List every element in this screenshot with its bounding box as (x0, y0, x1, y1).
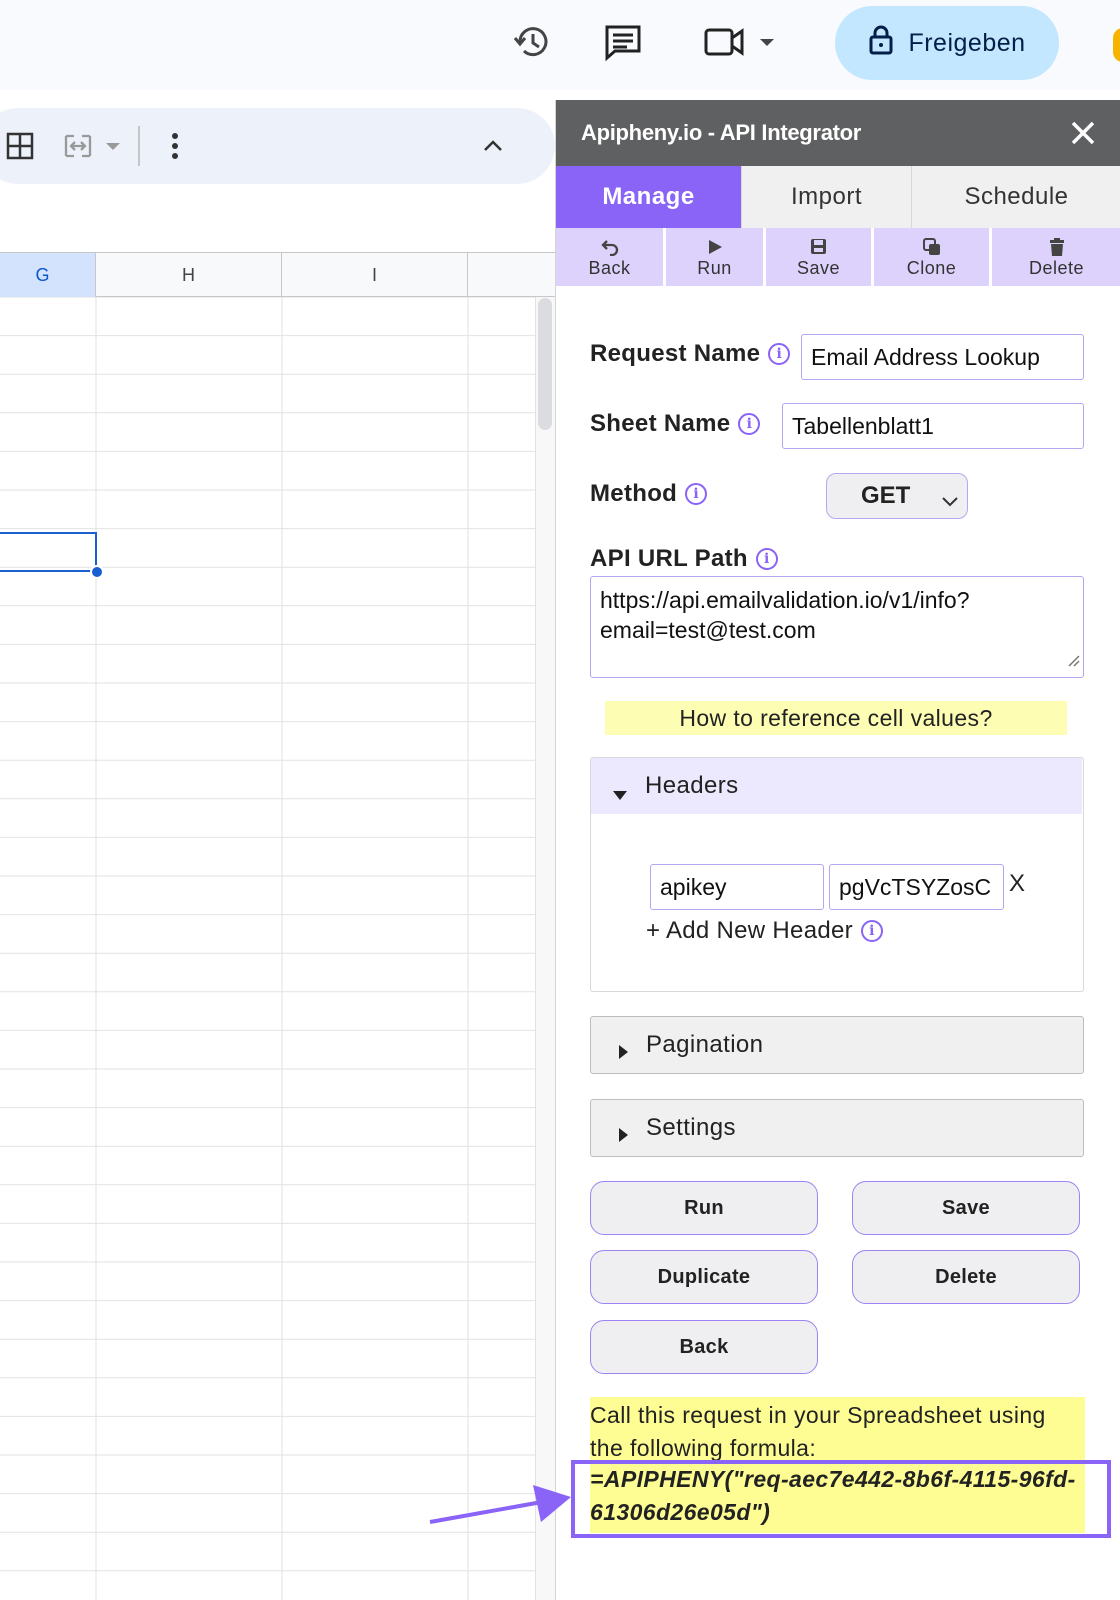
tab-import[interactable]: Import (742, 166, 912, 228)
panel-title: Apipheny.io - API Integrator (581, 120, 862, 145)
action-clone-button[interactable]: Clone (874, 228, 989, 286)
panel-tabs: Manage Import Schedule (556, 166, 1120, 228)
fill-handle[interactable] (90, 565, 104, 579)
action-save-button[interactable]: Save (766, 228, 871, 286)
tab-schedule[interactable]: Schedule (912, 166, 1120, 228)
vertical-scrollbar-thumb[interactable] (538, 298, 552, 430)
floppy-icon (810, 236, 827, 258)
annotation-arrow-icon (429, 1485, 571, 1524)
video-call-icon[interactable] (702, 22, 782, 62)
sheet-name-label-text: Sheet Name (590, 410, 731, 437)
add-header-label: + Add New Header (646, 917, 853, 944)
run-button[interactable]: Run (590, 1181, 818, 1235)
sheet-name-label: Sheet Name i (590, 410, 761, 438)
share-label: Freigeben (908, 28, 1026, 57)
trash-icon (1049, 236, 1065, 258)
api-url-textarea[interactable]: https://api.emailvalidation.io/v1/info? … (590, 576, 1084, 678)
tab-manage[interactable]: Manage (556, 166, 742, 228)
action-delete-button[interactable]: Delete (992, 228, 1120, 286)
api-url-value: https://api.emailvalidation.io/v1/info? … (600, 587, 970, 643)
vertical-scrollbar-track[interactable] (535, 297, 555, 1600)
collapse-up-icon[interactable] (475, 128, 511, 164)
close-icon[interactable] (1066, 116, 1100, 150)
formula-intro: Call this request in your Spreadsheet us… (590, 1402, 1046, 1461)
pagination-section[interactable]: Pagination (590, 1016, 1084, 1074)
action-delete-label: Delete (1028, 257, 1085, 278)
info-icon[interactable]: i (755, 548, 778, 570)
headers-title: Headers (645, 772, 739, 799)
back-button[interactable]: Back (590, 1320, 818, 1374)
info-icon[interactable]: i (860, 920, 883, 942)
caret-right-icon (619, 1121, 629, 1149)
caret-down-icon (613, 780, 627, 808)
request-name-label: Request Name i (590, 340, 791, 368)
column-header-g[interactable]: G (0, 253, 96, 297)
info-icon[interactable]: i (685, 483, 708, 505)
header-key-input[interactable]: apikey (650, 864, 824, 910)
copy-icon (922, 236, 941, 258)
column-header-i[interactable]: I (282, 253, 468, 297)
action-clone-label: Clone (906, 257, 957, 278)
borders-icon[interactable] (2, 128, 38, 164)
resize-grip-icon[interactable] (1066, 644, 1080, 674)
settings-section[interactable]: Settings (590, 1099, 1084, 1157)
action-bar: Back Run Save Clone Delete (556, 228, 1120, 286)
toolbar-divider (138, 126, 140, 166)
action-back-label: Back (588, 257, 631, 278)
play-icon (707, 236, 723, 258)
pagination-label: Pagination (646, 1031, 764, 1058)
method-label-text: Method (590, 480, 678, 507)
duplicate-button[interactable]: Duplicate (590, 1250, 818, 1304)
sheet-toolbar (0, 108, 555, 184)
header-value-input[interactable]: pgVcTSYZosC (829, 864, 1004, 910)
grid-cells[interactable] (0, 297, 535, 1600)
api-url-label-text: API URL Path (590, 545, 748, 572)
share-button[interactable]: Freigeben (835, 6, 1059, 80)
spreadsheet-grid: G H I (0, 252, 555, 1600)
selected-cell[interactable] (0, 532, 97, 572)
method-label: Method i (590, 480, 708, 508)
formula-highlight-frame (571, 1460, 1111, 1538)
chevron-down-icon (941, 488, 959, 516)
undo-icon (600, 236, 619, 258)
delete-button[interactable]: Delete (852, 1250, 1080, 1304)
add-header-button[interactable]: + Add New Header i (646, 917, 883, 945)
more-vert-icon[interactable] (160, 128, 190, 164)
history-icon[interactable] (512, 22, 552, 62)
action-run-button[interactable]: Run (666, 228, 763, 286)
panel-title-bar: Apipheny.io - API Integrator (556, 100, 1120, 166)
request-name-input[interactable]: Email Address Lookup (801, 334, 1084, 380)
info-icon[interactable]: i (768, 343, 791, 365)
method-select-value: GET (861, 482, 911, 509)
info-icon[interactable]: i (738, 413, 761, 435)
method-select[interactable]: GET (826, 473, 968, 519)
action-run-label: Run (697, 257, 732, 278)
howto-reference-link[interactable]: How to reference cell values? (605, 701, 1067, 735)
comment-icon[interactable] (603, 22, 643, 62)
app-top-bar: Freigeben (0, 0, 1120, 90)
caret-right-icon (619, 1038, 629, 1066)
remove-header-button[interactable]: X (1009, 870, 1025, 898)
lock-icon (868, 25, 894, 62)
action-save-label: Save (796, 257, 841, 278)
merge-cells-icon[interactable] (62, 128, 132, 164)
action-back-button[interactable]: Back (556, 228, 663, 286)
sheet-name-input[interactable]: Tabellenblatt1 (782, 403, 1084, 449)
request-name-label-text: Request Name (590, 340, 761, 367)
api-url-label: API URL Path i (590, 545, 778, 573)
column-header-h[interactable]: H (96, 253, 282, 297)
column-header-row: G H I (0, 252, 555, 297)
save-button[interactable]: Save (852, 1181, 1080, 1235)
headers-toggle[interactable]: Headers (591, 758, 1082, 814)
account-avatar-edge[interactable] (1113, 28, 1120, 62)
settings-label: Settings (646, 1114, 736, 1141)
